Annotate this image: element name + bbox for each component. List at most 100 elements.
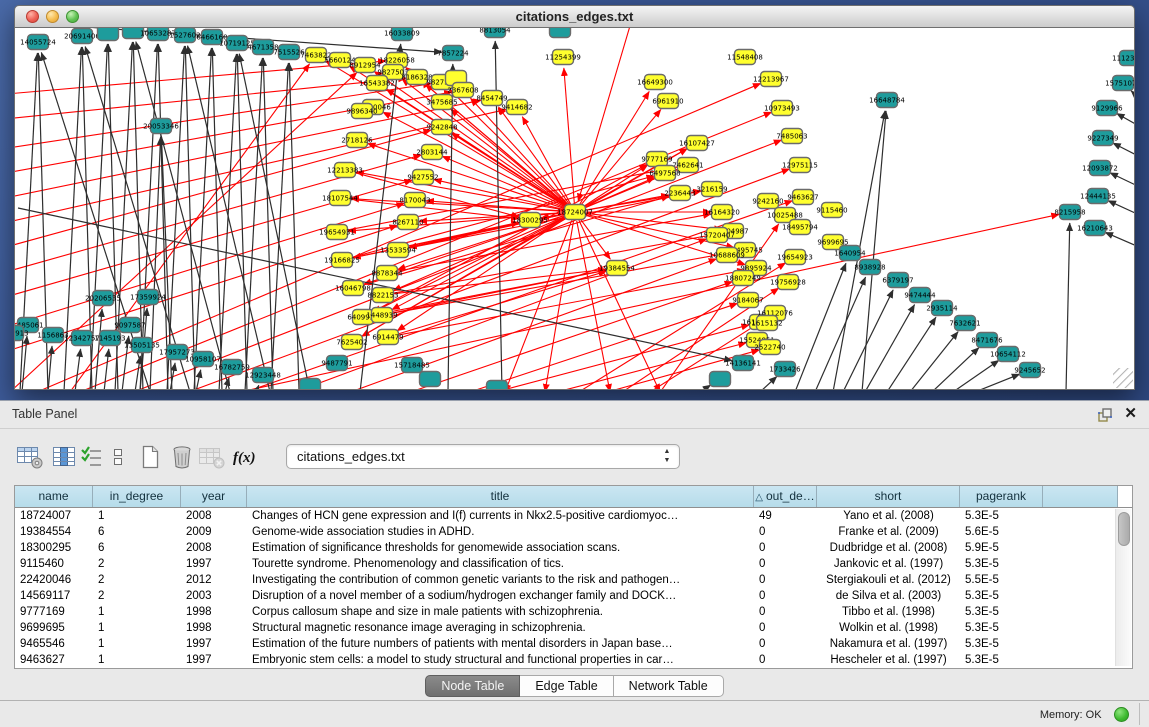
table-cell[interactable]: Estimation of significance thresholds fo…	[247, 540, 754, 556]
table-cell[interactable]: 5.3E-5	[960, 604, 1043, 620]
tab-edge-table[interactable]: Edge Table	[520, 675, 613, 697]
graph-node[interactable]: 19166825	[324, 253, 360, 268]
table-cell[interactable]: 5.3E-5	[960, 556, 1043, 572]
column-header-in_degree[interactable]: in_degree	[93, 486, 181, 507]
column-header-year[interactable]: year	[181, 486, 247, 507]
graph-node[interactable]: 7632621	[949, 316, 980, 331]
table-cell[interactable]: 2	[93, 588, 181, 604]
graph-node[interactable]: 9245652	[1014, 363, 1045, 378]
table-cell[interactable]: 5.3E-5	[960, 636, 1043, 652]
graph-node[interactable]: 9474444	[904, 288, 936, 303]
graph-node[interactable]: 8938928	[854, 260, 885, 275]
table-cell[interactable]: 2008	[181, 508, 247, 524]
graph-node[interactable]: 6961910	[652, 94, 683, 109]
tab-network-table[interactable]: Network Table	[614, 675, 724, 697]
graph-node[interactable]: 18107544	[322, 191, 358, 206]
float-panel-icon[interactable]	[1097, 407, 1113, 423]
function-builder-button[interactable]: f(x)	[230, 441, 262, 473]
new-file-button[interactable]	[134, 441, 166, 473]
table-cell[interactable]: 0	[754, 556, 817, 572]
graph-node[interactable]	[550, 28, 571, 38]
graph-node[interactable]: 8813054	[479, 28, 511, 38]
table-cell[interactable]: Franke et al. (2009)	[817, 524, 960, 540]
table-cell[interactable]: 5.5E-5	[960, 572, 1043, 588]
graph-node[interactable]	[300, 379, 321, 391]
table-cell[interactable]: 6	[93, 540, 181, 556]
table-cell[interactable]: 5.3E-5	[960, 652, 1043, 668]
table-cell[interactable]: 1997	[181, 652, 247, 668]
table-cell[interactable]: 2008	[181, 540, 247, 556]
table-cell[interactable]: Estimation of the future numbers of pati…	[247, 636, 754, 652]
table-row[interactable]: 1872400712008Changes of HCN gene express…	[15, 508, 1116, 524]
table-cell[interactable]: 1	[93, 636, 181, 652]
table-cell[interactable]: 0	[754, 652, 817, 668]
table-cell[interactable]: 0	[754, 620, 817, 636]
graph-node[interactable]: 20691406	[64, 29, 100, 44]
table-cell[interactable]: 19384554	[15, 524, 93, 540]
graph-node[interactable]: 16649300	[637, 75, 673, 90]
table-row[interactable]: 1456911722003Disruption of a novel membe…	[15, 588, 1116, 604]
table-cell[interactable]: 1997	[181, 636, 247, 652]
table-settings-button[interactable]	[14, 441, 46, 473]
table-cell[interactable]: 9465546	[15, 636, 93, 652]
table-row[interactable]: 977716911998Corpus callosum shape and si…	[15, 604, 1116, 620]
table-cell[interactable]: 1	[93, 604, 181, 620]
graph-node[interactable]: 1640954	[834, 246, 866, 261]
close-window-button[interactable]	[26, 10, 39, 23]
graph-node[interactable]: 3216159	[696, 182, 727, 197]
table-row[interactable]: 946554611997Estimation of the future num…	[15, 636, 1116, 652]
table-cell[interactable]: 0	[754, 524, 817, 540]
graph-node[interactable]: 15751074	[1105, 76, 1135, 91]
table-cell[interactable]: 0	[754, 636, 817, 652]
table-cell[interactable]: 2012	[181, 572, 247, 588]
window-resize-grip[interactable]	[1113, 368, 1133, 388]
table-cell[interactable]: Jankovic et al. (1997)	[817, 556, 960, 572]
table-cell[interactable]: 1	[93, 652, 181, 668]
graph-node[interactable]: 9115460	[816, 203, 847, 218]
table-row[interactable]: 1938455462009Genome-wide association stu…	[15, 524, 1116, 540]
graph-node[interactable]: 8878344	[371, 266, 403, 281]
table-row[interactable]: 1830029562008Estimation of significance …	[15, 540, 1116, 556]
table-cell[interactable]: de Silva et al. (2003)	[817, 588, 960, 604]
table-cell[interactable]: 2009	[181, 524, 247, 540]
table-cell[interactable]: 9699695	[15, 620, 93, 636]
graph-node[interactable]: 6914479	[372, 330, 403, 345]
table-cell[interactable]: 0	[754, 572, 817, 588]
table-row[interactable]: 2242004622012Investigating the contribut…	[15, 572, 1116, 588]
table-cell[interactable]: 2	[93, 556, 181, 572]
graph-node[interactable]: 7857224	[437, 46, 469, 61]
table-cell[interactable]: 9777169	[15, 604, 93, 620]
graph-node[interactable]: 9129966	[1091, 101, 1123, 116]
table-cell[interactable]: 5.9E-5	[960, 540, 1043, 556]
column-header-name[interactable]: name	[15, 486, 93, 507]
graph-node[interactable]: 13533594	[380, 243, 416, 258]
table-cell[interactable]: 18300295	[15, 540, 93, 556]
table-cell[interactable]: 2003	[181, 588, 247, 604]
graph-node[interactable]: 19756928	[770, 275, 806, 290]
table-cell[interactable]: 5.6E-5	[960, 524, 1043, 540]
table-cell[interactable]: 1998	[181, 620, 247, 636]
graph-node[interactable]: 12923448	[245, 368, 281, 383]
graph-node[interactable]: 9463627	[787, 190, 818, 205]
graph-node[interactable]: 12975115	[782, 158, 818, 173]
graph-node[interactable]: 12213383	[327, 163, 363, 178]
table-scrollbar[interactable]	[1115, 509, 1131, 666]
row-height-button[interactable]	[108, 441, 128, 473]
graph-node[interactable]	[98, 28, 119, 41]
table-cell[interactable]: Tibbo et al. (1998)	[817, 604, 960, 620]
delete-table-button[interactable]	[196, 441, 228, 473]
graph-node[interactable]: 8215958	[1054, 205, 1085, 220]
table-cell[interactable]: Stergiakouli et al. (2012)	[817, 572, 960, 588]
graph-node[interactable]: 11548408	[727, 50, 763, 65]
graph-node[interactable]: 16164320	[704, 205, 740, 220]
table-row[interactable]: 969969511998Structural magnetic resonanc…	[15, 620, 1116, 636]
table-cell[interactable]: 1	[93, 620, 181, 636]
table-row[interactable]: 911546021997Tourette syndrome. Phenomeno…	[15, 556, 1116, 572]
graph-node[interactable]: 14055724	[20, 35, 56, 50]
graph-node[interactable]: 2935114	[926, 301, 958, 316]
table-scrollbar-thumb[interactable]	[1118, 512, 1130, 546]
column-header-pagerank[interactable]: pagerank	[960, 486, 1043, 507]
table-cell[interactable]: 9115460	[15, 556, 93, 572]
tab-node-table[interactable]: Node Table	[425, 675, 520, 697]
table-cell[interactable]: 1998	[181, 604, 247, 620]
